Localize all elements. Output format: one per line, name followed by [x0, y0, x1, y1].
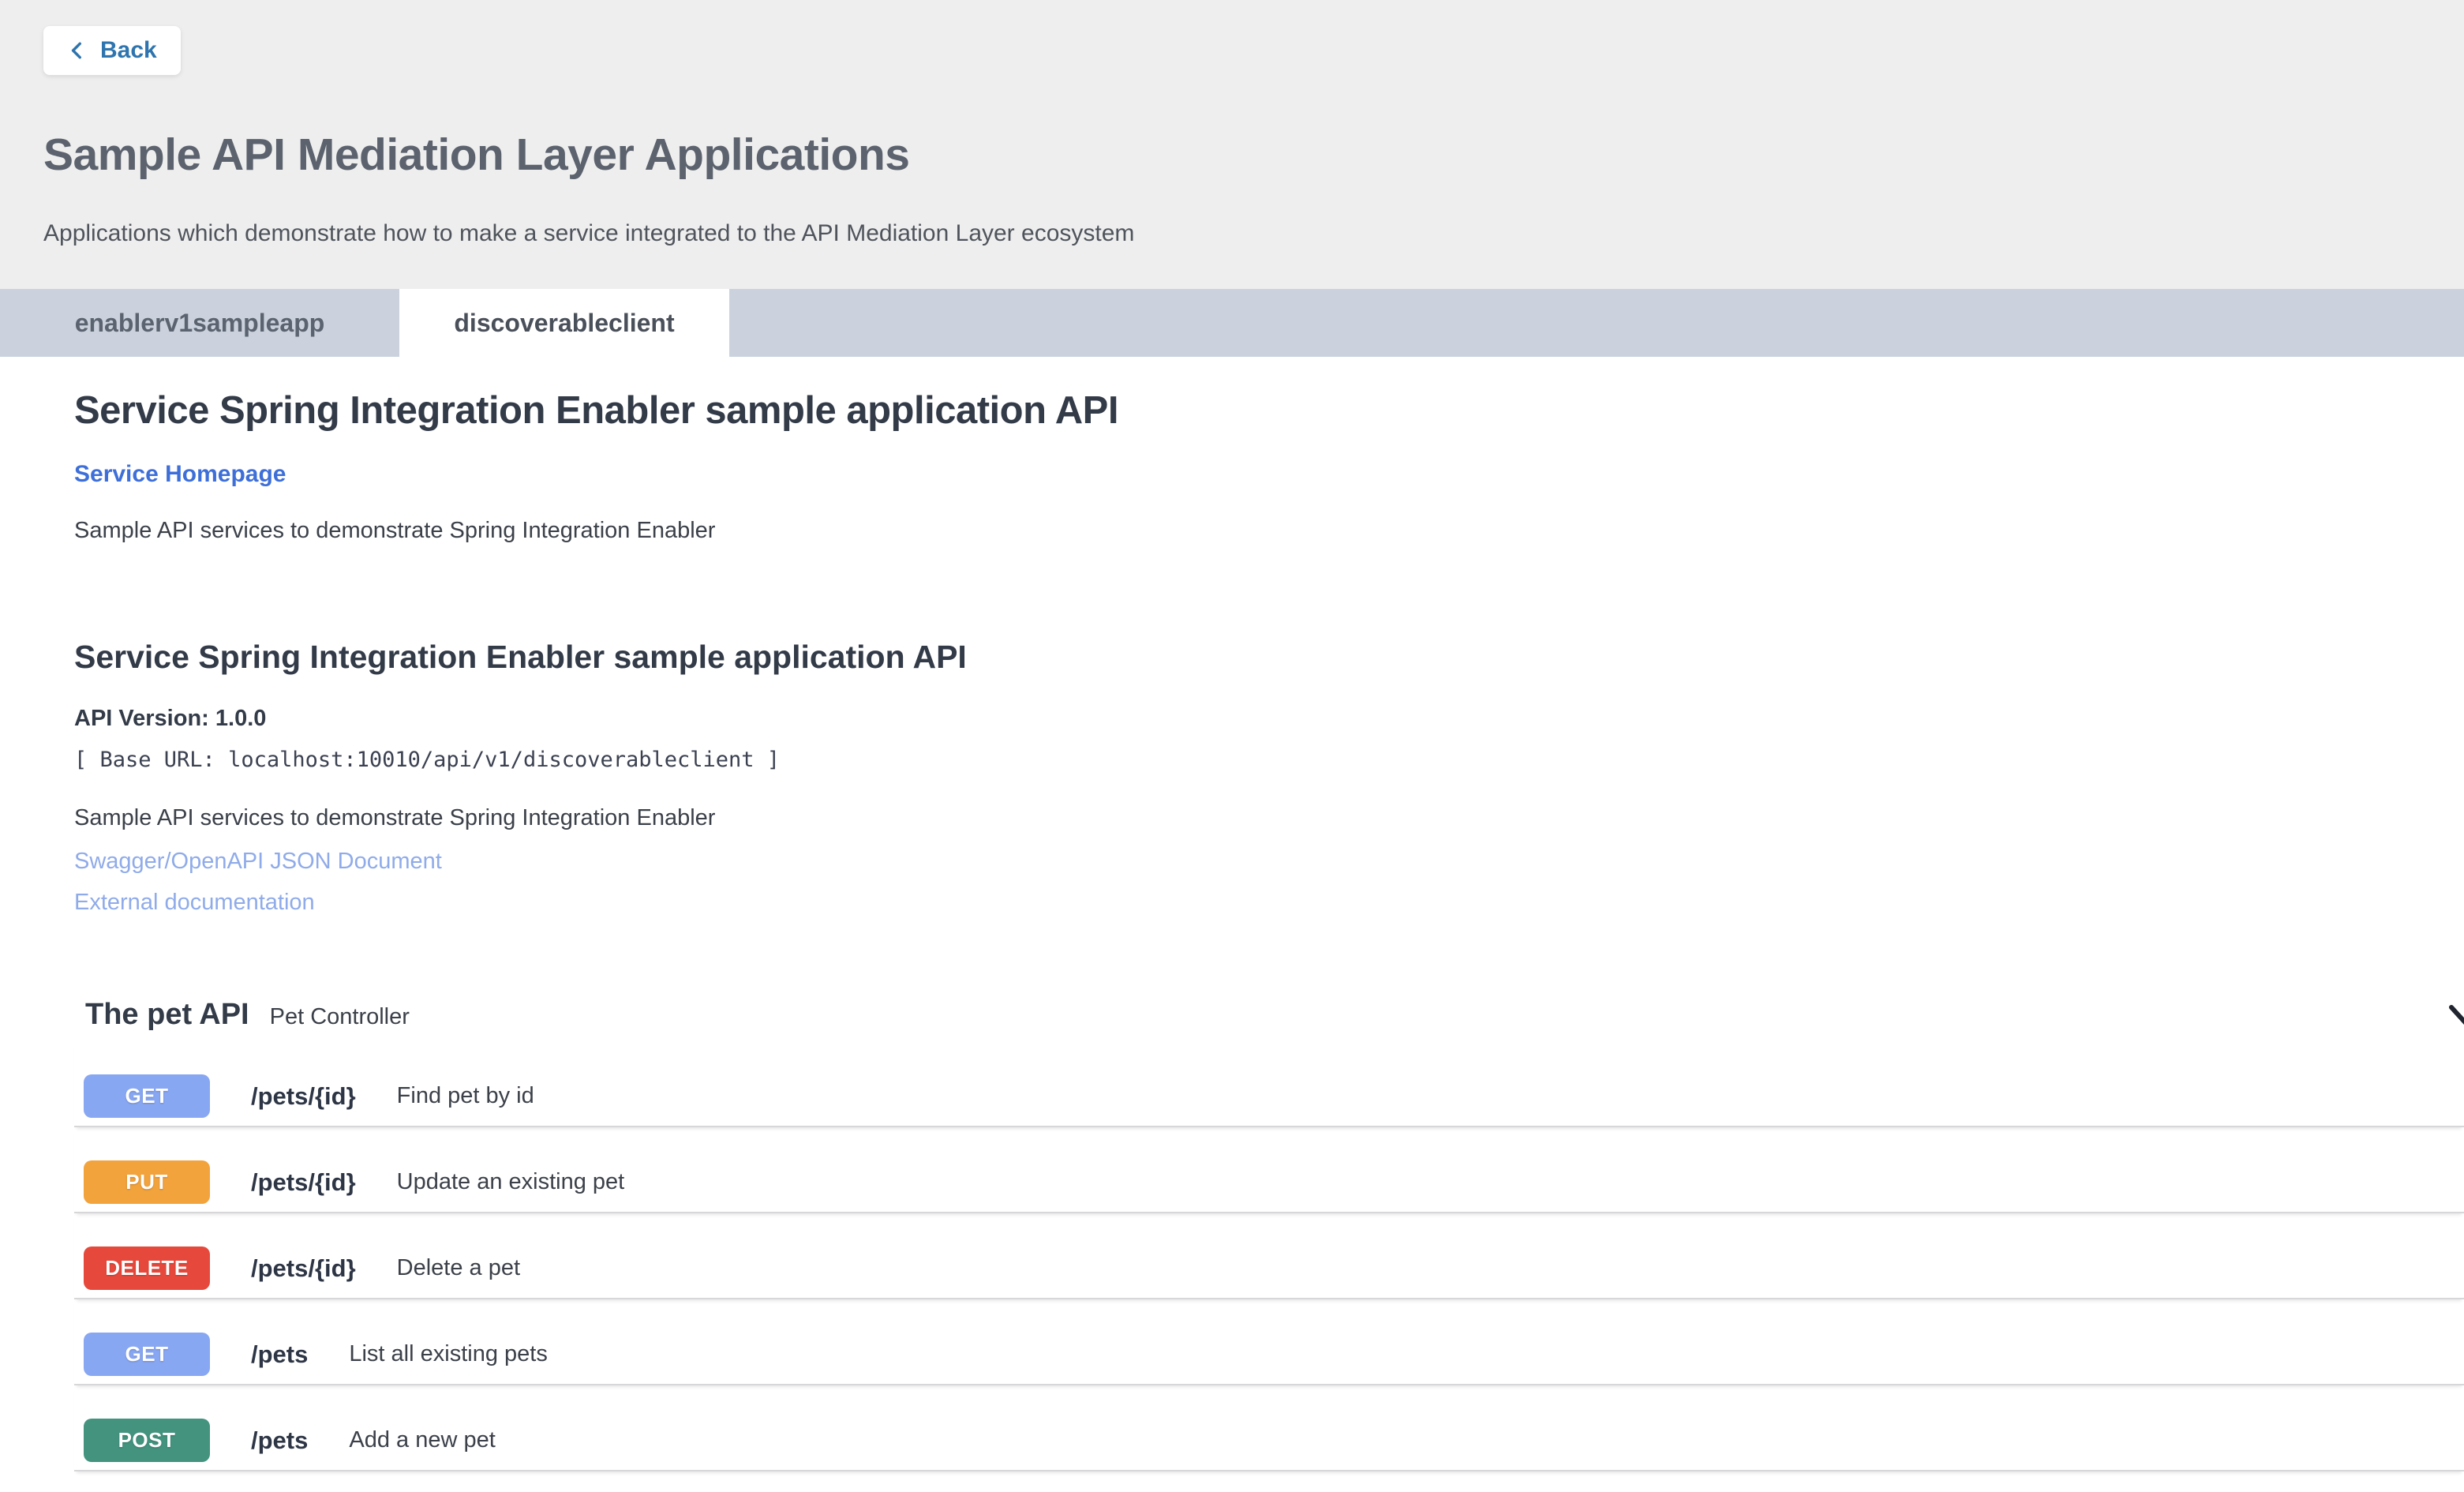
- api-base-url: [ Base URL: localhost:10010/api/v1/disco…: [74, 748, 2464, 772]
- operation-row-delete-pets-id[interactable]: DELETE /pets/{id} Delete a pet: [74, 1213, 2464, 1299]
- operation-path: /pets: [251, 1340, 308, 1369]
- back-button-label: Back: [100, 37, 157, 64]
- page-title: Sample API Mediation Layer Applications: [43, 129, 2417, 181]
- pet-api-block: The pet API Pet Controller GET /pets/{id…: [74, 998, 2464, 1471]
- swagger-json-link[interactable]: Swagger/OpenAPI JSON Document: [74, 849, 442, 875]
- operation-path: /pets/{id}: [251, 1168, 356, 1197]
- operation-summary: Update an existing pet: [397, 1169, 625, 1195]
- pet-api-title: The pet API: [85, 998, 249, 1032]
- operation-path: /pets/{id}: [251, 1254, 356, 1283]
- tab-discoverableclient[interactable]: discoverableclient: [399, 289, 729, 357]
- method-badge-delete[interactable]: DELETE: [84, 1246, 210, 1290]
- operation-row-get-pets[interactable]: GET /pets List all existing pets: [74, 1299, 2464, 1385]
- page-subtitle: Applications which demonstrate how to ma…: [43, 220, 2417, 247]
- operation-row-post-pets[interactable]: POST /pets Add a new pet: [74, 1385, 2464, 1471]
- service-tabbar: enablerv1sampleapp discoverableclient: [0, 289, 2464, 357]
- external-documentation-link[interactable]: External documentation: [74, 890, 315, 916]
- api-overview-description: Sample API services to demonstrate Sprin…: [74, 805, 2464, 831]
- back-button[interactable]: Back: [43, 26, 181, 75]
- method-badge-put[interactable]: PUT: [84, 1160, 210, 1204]
- operation-row-get-pets-id[interactable]: GET /pets/{id} Find pet by id: [74, 1041, 2464, 1127]
- operation-summary: List all existing pets: [349, 1341, 547, 1367]
- back-chevron-icon: [67, 37, 88, 64]
- pet-api-subtitle: Pet Controller: [270, 1004, 410, 1030]
- api-overview-title: Service Spring Integration Enabler sampl…: [74, 639, 2464, 676]
- api-version: API Version: 1.0.0: [74, 706, 2464, 732]
- pet-api-block-header[interactable]: The pet API Pet Controller: [74, 998, 2464, 1032]
- method-badge-get[interactable]: GET: [84, 1074, 210, 1118]
- operation-path: /pets: [251, 1426, 308, 1455]
- service-homepage-link[interactable]: Service Homepage: [74, 461, 286, 488]
- tab-enablerv1sampleapp[interactable]: enablerv1sampleapp: [0, 289, 399, 357]
- service-description: Sample API services to demonstrate Sprin…: [74, 518, 2464, 544]
- service-title: Service Spring Integration Enabler sampl…: [74, 388, 2464, 433]
- chevron-down-icon[interactable]: [2445, 993, 2464, 1041]
- operation-path: /pets/{id}: [251, 1082, 356, 1111]
- page-header: Back Sample API Mediation Layer Applicat…: [0, 0, 2464, 289]
- operation-list: GET /pets/{id} Find pet by id PUT /pets/…: [74, 1041, 2464, 1471]
- operation-summary: Find pet by id: [397, 1083, 534, 1109]
- method-badge-get[interactable]: GET: [84, 1333, 210, 1376]
- operation-row-put-pets-id[interactable]: PUT /pets/{id} Update an existing pet: [74, 1127, 2464, 1213]
- service-detail-panel: Service Spring Integration Enabler sampl…: [0, 388, 2464, 1471]
- operation-summary: Delete a pet: [397, 1255, 520, 1281]
- method-badge-post[interactable]: POST: [84, 1419, 210, 1462]
- operation-summary: Add a new pet: [349, 1427, 495, 1453]
